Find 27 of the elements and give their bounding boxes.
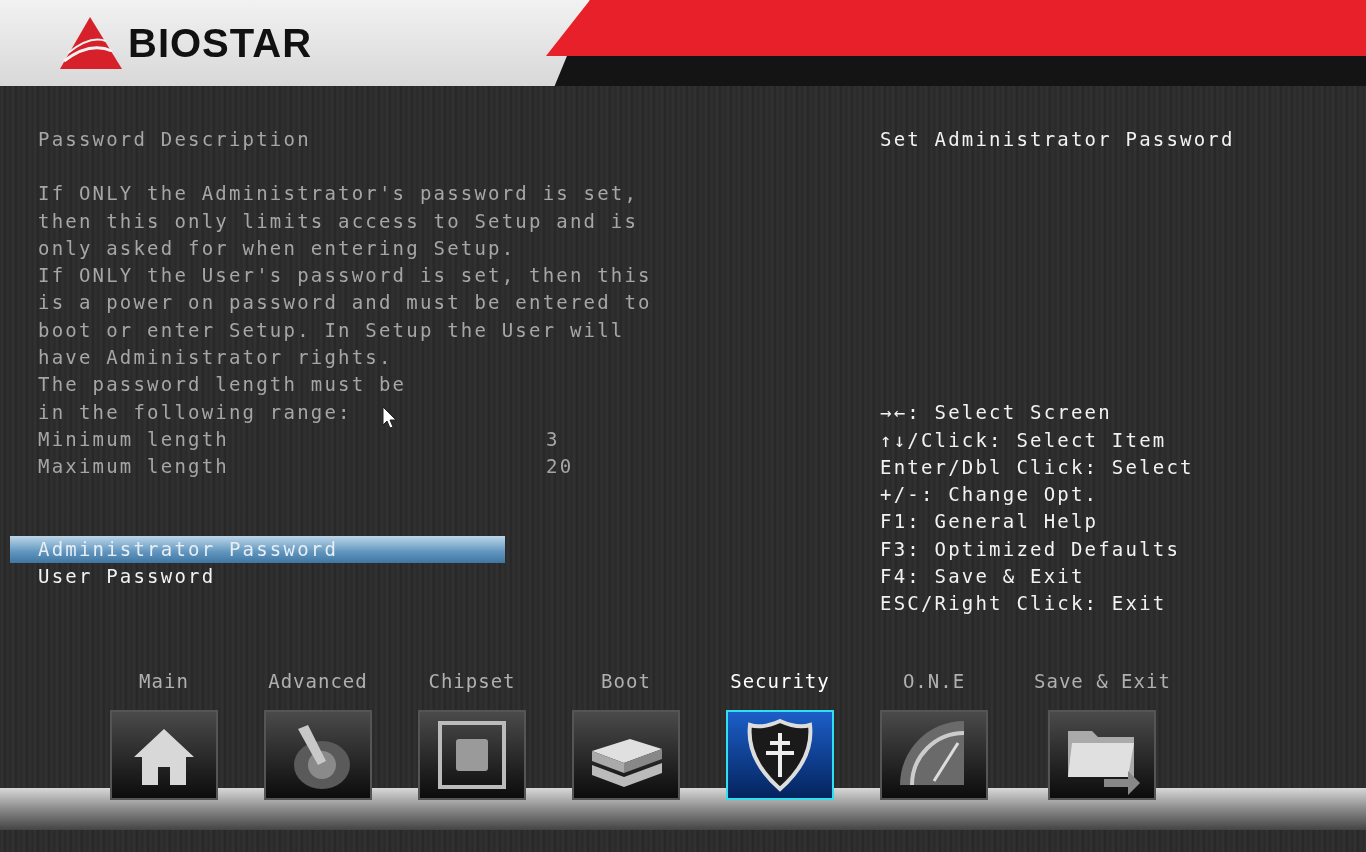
key-hint: →←: Select Screen [880,400,1113,426]
description-text: is a power on password and must be entered to [38,290,652,316]
section-title: Password Description [38,127,311,152]
description-text: have Administrator rights. [38,345,393,371]
key-hint: ESC/Right Click: Exit [880,591,1168,617]
key-hint: Enter/Dbl Click: Select [880,454,1195,480]
setting-label: Maximum length [38,454,230,480]
help-title: Set Administrator Password [880,127,1236,152]
description-text: If ONLY the User's password is set, then this [38,263,652,289]
triangle-logo-icon [60,17,122,69]
description-text: If ONLY the Administrator's password is set, [38,181,639,207]
setting-value: 3 [546,426,561,452]
description-text: The password length must be [38,372,407,398]
key-hint: F1: General Help [880,509,1100,535]
key-hint: F4: Save & Exit [880,564,1086,590]
menu-item[interactable]: User Password [10,562,505,590]
brand-logo: BIOSTAR [128,20,313,66]
description-text: in the following range: [38,399,352,425]
key-hint: +/-: Change Opt. [880,482,1100,508]
description-text: only asked for when entering Setup. [38,235,516,261]
mouse-cursor-icon [382,406,398,430]
setting-label: Minimum length [38,426,230,452]
description-text: boot or enter Setup. In Setup the User will [38,317,625,343]
description-text: then this only limits access to Setup and is [38,208,639,234]
key-hint: ↑↓/Click: Select Item [880,427,1168,453]
setting-value: 20 [546,454,575,480]
key-hint: F3: Optimized Defaults [880,536,1182,562]
